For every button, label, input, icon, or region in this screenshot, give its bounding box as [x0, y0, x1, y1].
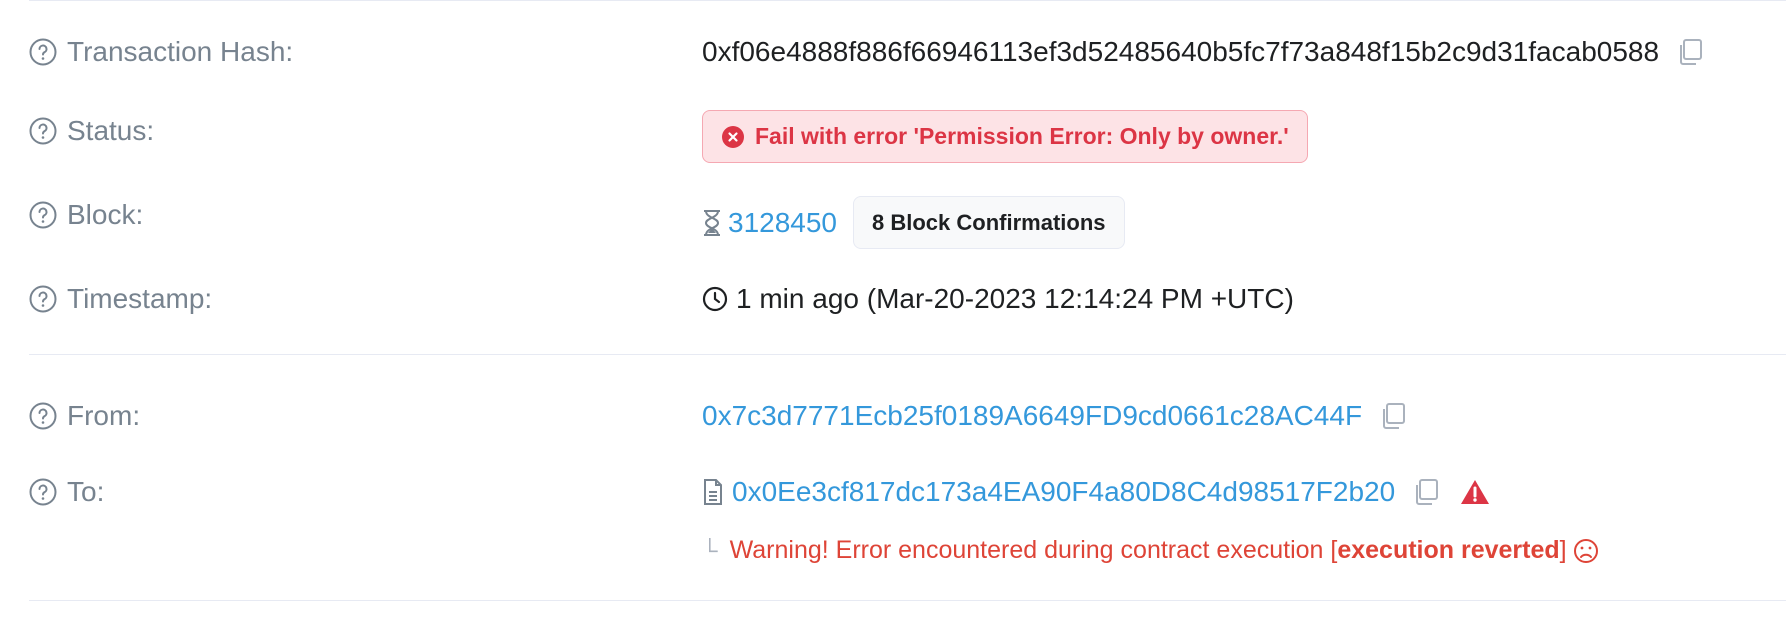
status-badge: Fail with error 'Permission Error: Only … — [702, 110, 1308, 163]
from-label: From: — [29, 400, 140, 432]
question-circle-icon[interactable] — [29, 478, 57, 506]
tx-hash-text: 0xf06e4888f886f66946113ef3d52485640b5fc7… — [702, 36, 1660, 67]
timestamp-label: Timestamp: — [29, 283, 212, 315]
hourglass-icon — [704, 209, 720, 236]
x-circle-icon — [722, 125, 744, 148]
tx-hash-label-text: Transaction Hash: — [67, 36, 294, 67]
question-circle-icon[interactable] — [29, 117, 57, 145]
tree-corner-glyph: └ — [702, 537, 718, 563]
bottom-divider — [29, 600, 1786, 601]
to-label-text: To: — [67, 476, 105, 507]
block-label: Block: — [29, 199, 143, 231]
section-divider — [29, 354, 1786, 355]
question-circle-icon[interactable] — [29, 201, 57, 229]
block-value: 3128450 8 Block Confirmations — [702, 196, 1125, 249]
warning-suffix: ] — [1559, 536, 1567, 564]
block-confirmations-badge: 8 Block Confirmations — [853, 196, 1125, 249]
question-circle-icon[interactable] — [29, 38, 57, 66]
from-value: 0x7c3d7771Ecb25f0189A6649FD9cd0661c28AC4… — [702, 400, 1408, 432]
warning-bold: execution reverted — [1337, 536, 1560, 564]
timestamp-label-text: Timestamp: — [67, 283, 213, 314]
to-value: 0x0Ee3cf817dc173a4EA90F4a80D8C4d98517F2b… — [702, 476, 1491, 508]
clock-icon — [702, 286, 728, 312]
status-text: Fail with error 'Permission Error: Only … — [755, 123, 1289, 149]
copy-icon[interactable] — [1411, 477, 1441, 507]
warning-prefix: Warning! Error encountered during contra… — [729, 536, 1338, 564]
timestamp-value: 1 min ago (Mar-20-2023 12:14:24 PM +UTC) — [702, 283, 1294, 315]
status-label-text: Status: — [67, 115, 155, 146]
status-label: Status: — [29, 115, 154, 147]
question-circle-icon[interactable] — [29, 285, 57, 313]
warning-triangle-icon — [1461, 480, 1490, 504]
warning-message: Warning! Error encountered during contra… — [730, 536, 1599, 565]
block-number-link[interactable]: 3128450 — [728, 207, 837, 239]
from-label-text: From: — [67, 400, 141, 431]
to-address-link[interactable]: 0x0Ee3cf817dc173a4EA90F4a80D8C4d98517F2b… — [732, 476, 1395, 508]
tx-hash-label: Transaction Hash: — [29, 36, 293, 68]
document-icon — [704, 479, 722, 505]
status-value: Fail with error 'Permission Error: Only … — [702, 110, 1308, 163]
question-circle-icon[interactable] — [29, 402, 57, 430]
to-label: To: — [29, 476, 104, 508]
from-address-link[interactable]: 0x7c3d7771Ecb25f0189A6649FD9cd0661c28AC4… — [702, 400, 1362, 432]
top-divider — [29, 0, 1786, 1]
block-label-text: Block: — [67, 199, 144, 230]
tx-hash-value: 0xf06e4888f886f66946113ef3d52485640b5fc7… — [702, 36, 1705, 68]
to-warning: └ Warning! Error encountered during cont… — [702, 536, 1599, 565]
copy-icon[interactable] — [1675, 37, 1705, 67]
timestamp-text: 1 min ago (Mar-20-2023 12:14:24 PM +UTC) — [736, 283, 1294, 314]
copy-icon[interactable] — [1378, 401, 1408, 431]
frown-icon — [1573, 538, 1598, 563]
